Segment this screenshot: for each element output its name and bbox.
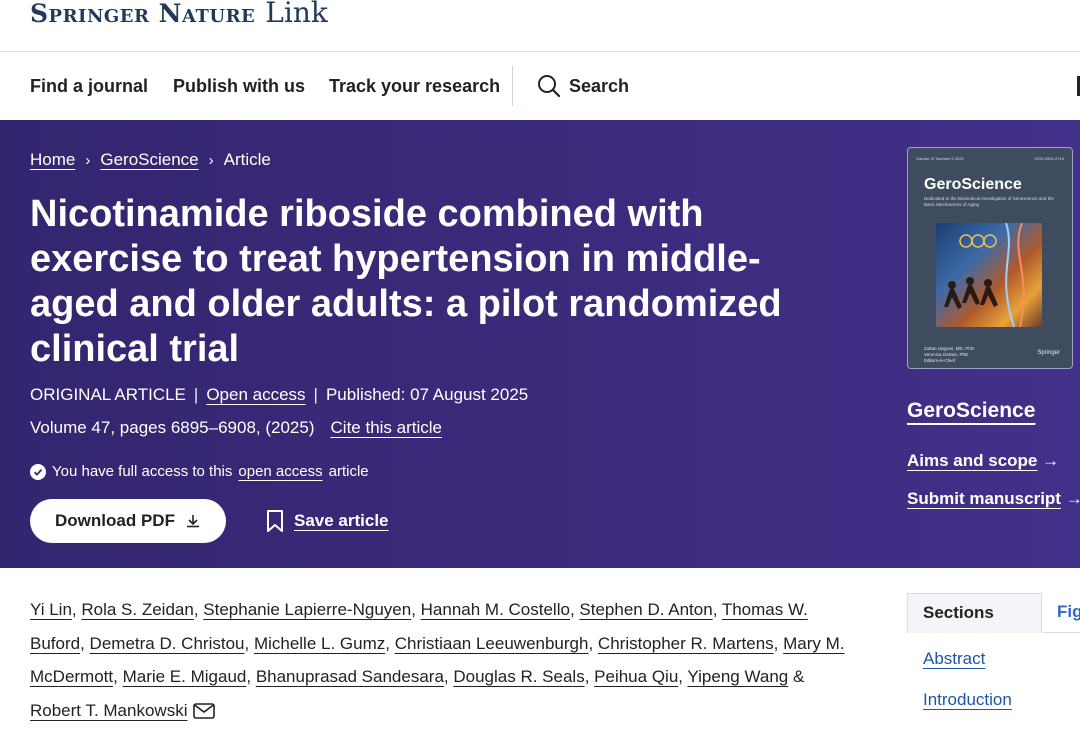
article-type: ORIGINAL ARTICLE bbox=[30, 385, 186, 404]
download-icon bbox=[186, 515, 199, 528]
access-notice: You have full access to this open access… bbox=[30, 463, 369, 480]
breadcrumb-home[interactable]: Home bbox=[30, 150, 75, 170]
check-circle-icon bbox=[30, 463, 46, 480]
chevron-right-icon: › bbox=[85, 151, 91, 169]
section-link-abstract[interactable]: Abstract bbox=[923, 649, 985, 669]
main-nav: Find a journal Publish with us Track you… bbox=[0, 52, 1080, 120]
sidebar-journal-link[interactable]: GeroScience bbox=[907, 399, 1035, 423]
meta-separator: | bbox=[193, 385, 199, 404]
breadcrumb-current: Article bbox=[223, 150, 271, 169]
save-article-label: Save article bbox=[294, 511, 389, 530]
article-title: Nicotinamide riboside combined with exer… bbox=[30, 193, 782, 370]
arrow-right-icon: → bbox=[1065, 489, 1080, 508]
cite-this-article-link[interactable]: Cite this article bbox=[331, 418, 442, 438]
cover-subtitle: Dedicated to the Biomedical Investigatio… bbox=[924, 196, 1054, 207]
meta-separator: | bbox=[313, 385, 318, 404]
authors-joiner: & bbox=[792, 667, 805, 686]
author-link[interactable]: Bhanuprasad Sandesara bbox=[256, 667, 444, 686]
cover-header: Volume 47 Number 5 2025 ISSN 2509-2715 bbox=[916, 156, 1064, 161]
tab-figures[interactable]: Fig bbox=[1043, 593, 1080, 633]
search-label: Search bbox=[569, 75, 630, 96]
search-icon bbox=[538, 75, 561, 98]
springer-nature-link-logo[interactable]: Springer Nature Link bbox=[30, 0, 328, 29]
author-link[interactable]: Christopher R. Martens bbox=[598, 634, 774, 653]
author-link[interactable]: Hannah M. Costello bbox=[421, 600, 570, 619]
article-hero: Home › GeroScience › Article Nicotinamid… bbox=[0, 120, 1080, 568]
tab-sections[interactable]: Sections bbox=[907, 593, 1042, 633]
nav-search-button[interactable]: Search bbox=[537, 74, 629, 98]
breadcrumb: Home › GeroScience › Article bbox=[30, 150, 271, 170]
published-date: Published: 07 August 2025 bbox=[325, 385, 529, 404]
author-link[interactable]: Stephen D. Anton bbox=[579, 600, 712, 619]
access-open-access-link[interactable]: open access bbox=[238, 463, 322, 480]
access-text: You have full access to this bbox=[52, 463, 233, 480]
article-meta: ORIGINAL ARTICLE | Open access | Publish… bbox=[30, 385, 528, 405]
mail-icon[interactable] bbox=[193, 703, 216, 719]
download-pdf-label: Download PDF bbox=[55, 511, 175, 530]
volume-pages: Volume 47, pages 6895–6908, (2025) bbox=[30, 418, 315, 437]
cover-editor-role: Editors-in-Chief bbox=[924, 358, 956, 363]
open-access-link[interactable]: Open access bbox=[206, 385, 305, 405]
cover-volume: Volume 47 Number 5 2025 bbox=[916, 156, 964, 161]
brand-bar: Springer Nature Link bbox=[0, 0, 1080, 52]
nav-find-journal[interactable]: Find a journal bbox=[30, 76, 148, 97]
author-link[interactable]: Yi Lin bbox=[30, 600, 72, 619]
author-link[interactable]: Demetra D. Christou bbox=[90, 634, 245, 653]
author-link[interactable]: Rola S. Zeidan bbox=[81, 600, 193, 619]
journal-cover[interactable]: Volume 47 Number 5 2025 ISSN 2509-2715 G… bbox=[907, 147, 1073, 369]
article-citation-line: Volume 47, pages 6895–6908, (2025) Cite … bbox=[30, 418, 442, 438]
cover-illustration bbox=[936, 223, 1042, 327]
chevron-right-icon: › bbox=[208, 151, 214, 169]
cover-title: GeroScience bbox=[924, 176, 1022, 193]
nav-publish-with-us[interactable]: Publish with us bbox=[173, 76, 305, 97]
author-link[interactable]: Yipeng Wang bbox=[687, 667, 788, 686]
submit-manuscript-link[interactable]: Submit manuscript → bbox=[907, 489, 1080, 509]
author-link[interactable]: Robert T. Mankowski bbox=[30, 701, 187, 720]
brand-link-word: Link bbox=[265, 0, 328, 29]
aims-and-scope-label: Aims and scope bbox=[907, 451, 1038, 470]
author-link[interactable]: Christiaan Leeuwenburgh bbox=[395, 634, 589, 653]
submit-manuscript-label: Submit manuscript bbox=[907, 489, 1061, 508]
author-link[interactable]: Stephanie Lapierre-Nguyen bbox=[203, 600, 411, 619]
author-list: Yi Lin, Rola S. Zeidan, Stephanie Lapier… bbox=[30, 600, 845, 720]
nav-track-research[interactable]: Track your research bbox=[329, 76, 500, 97]
nav-divider bbox=[512, 66, 513, 106]
aims-and-scope-link[interactable]: Aims and scope → bbox=[907, 451, 1059, 471]
cover-editors: Zoltan Ungvari, MD, PhD Veronica Galvan,… bbox=[924, 346, 974, 364]
brand-name: Springer Nature bbox=[30, 0, 256, 28]
save-article-button[interactable]: Save article bbox=[266, 509, 389, 533]
arrow-right-icon: → bbox=[1042, 451, 1060, 470]
cover-issn: ISSN 2509-2715 bbox=[1034, 156, 1064, 161]
breadcrumb-journal[interactable]: GeroScience bbox=[100, 150, 198, 170]
access-text-suffix: article bbox=[328, 463, 369, 480]
download-pdf-button[interactable]: Download PDF bbox=[30, 499, 226, 543]
section-link-introduction[interactable]: Introduction bbox=[923, 690, 1012, 710]
author-link[interactable]: Michelle L. Gumz bbox=[254, 634, 385, 653]
author-link[interactable]: Marie E. Migaud bbox=[123, 667, 247, 686]
author-link[interactable]: Peihua Qiu bbox=[594, 667, 678, 686]
bookmark-icon bbox=[267, 510, 283, 532]
author-link[interactable]: Douglas R. Seals bbox=[453, 667, 584, 686]
cover-publisher: Springer bbox=[1037, 350, 1060, 356]
